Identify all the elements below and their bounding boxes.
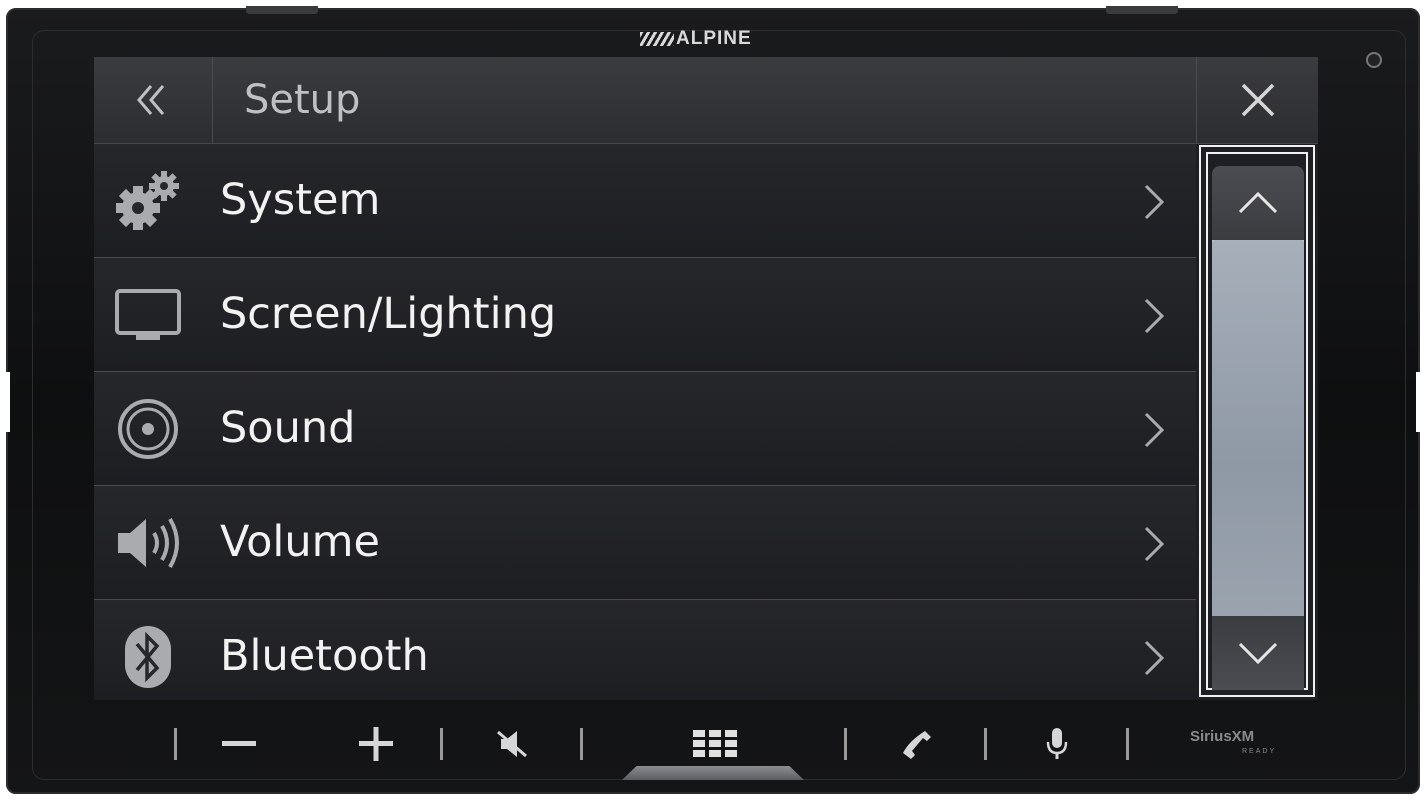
phone-icon: [903, 731, 931, 759]
page-title: Setup: [244, 77, 361, 123]
ambient-sensor: [1366, 52, 1382, 68]
brand-logo: ALPINE: [640, 28, 785, 50]
chevron-right-icon: [1144, 184, 1165, 220]
touch-screen: Setup System Screen/Lighting Sound Volum…: [94, 57, 1318, 700]
brand-name: ALPINE: [676, 28, 752, 49]
right-notch: [1416, 372, 1426, 432]
divider: [174, 728, 177, 760]
chevron-right-icon: [1144, 526, 1165, 562]
brand-stripes-icon: [640, 32, 674, 46]
siriusxm-ready-logo: SiriusXM READY: [1190, 728, 1320, 758]
menu-item-system[interactable]: System: [94, 144, 1196, 258]
microphone-icon: [1046, 728, 1068, 759]
menu-item-bluetooth[interactable]: Bluetooth: [94, 600, 1196, 700]
scroll-down-button[interactable]: [1212, 616, 1304, 690]
back-button[interactable]: [94, 57, 213, 143]
divider: [580, 728, 583, 760]
bluetooth-icon: [114, 624, 182, 690]
scroll-up-button[interactable]: [1212, 166, 1304, 240]
close-button[interactable]: [1196, 57, 1318, 143]
scroll-thumb[interactable]: [1212, 240, 1304, 616]
chevron-down-icon: [1238, 642, 1278, 665]
menu-item-label: System: [220, 175, 381, 225]
setup-menu-list: System Screen/Lighting Sound Volume Blue…: [94, 144, 1196, 700]
top-clip-right: [1106, 6, 1178, 14]
double-chevron-left-icon: [137, 85, 165, 115]
chevron-right-icon: [1144, 298, 1165, 334]
volume-up-button[interactable]: [356, 724, 396, 764]
volume-icon: [114, 510, 182, 576]
hardware-button-bar: [160, 720, 1330, 768]
menu-item-sound[interactable]: Sound: [94, 372, 1196, 486]
close-icon: [1241, 83, 1275, 117]
divider: [1126, 728, 1129, 760]
speaker-icon: [114, 396, 182, 462]
siriusxm-logo-text: SiriusXM: [1190, 728, 1255, 745]
divider: [440, 728, 443, 760]
menu-item-screen-lighting[interactable]: Screen/Lighting: [94, 258, 1196, 372]
home-menu-button[interactable]: [690, 724, 740, 764]
chevron-right-icon: [1144, 640, 1165, 676]
minus-icon: [222, 741, 256, 746]
monitor-icon: [114, 282, 182, 348]
divider: [844, 728, 847, 760]
top-clip-left: [246, 6, 318, 14]
left-notch: [0, 372, 10, 432]
mute-button[interactable]: [492, 724, 532, 764]
menu-item-label: Sound: [220, 403, 356, 453]
bottom-handle: [622, 766, 804, 780]
mute-icon: [497, 730, 527, 758]
menu-item-label: Bluetooth: [220, 631, 429, 681]
siriusxm-ready-text: READY: [1242, 748, 1277, 755]
menu-item-label: Screen/Lighting: [220, 289, 557, 339]
scroll-track[interactable]: [1212, 240, 1304, 616]
voice-button[interactable]: [1040, 724, 1074, 764]
title-bar: Setup: [94, 57, 1318, 144]
volume-down-button[interactable]: [216, 724, 262, 764]
menu-item-volume[interactable]: Volume: [94, 486, 1196, 600]
grid-menu-icon: [693, 730, 737, 757]
menu-item-label: Volume: [220, 517, 380, 567]
plus-icon: [359, 727, 393, 761]
chevron-up-icon: [1238, 191, 1278, 214]
chevron-right-icon: [1144, 412, 1165, 448]
gears-icon: [114, 168, 182, 234]
divider: [984, 728, 987, 760]
phone-button[interactable]: [896, 724, 936, 764]
